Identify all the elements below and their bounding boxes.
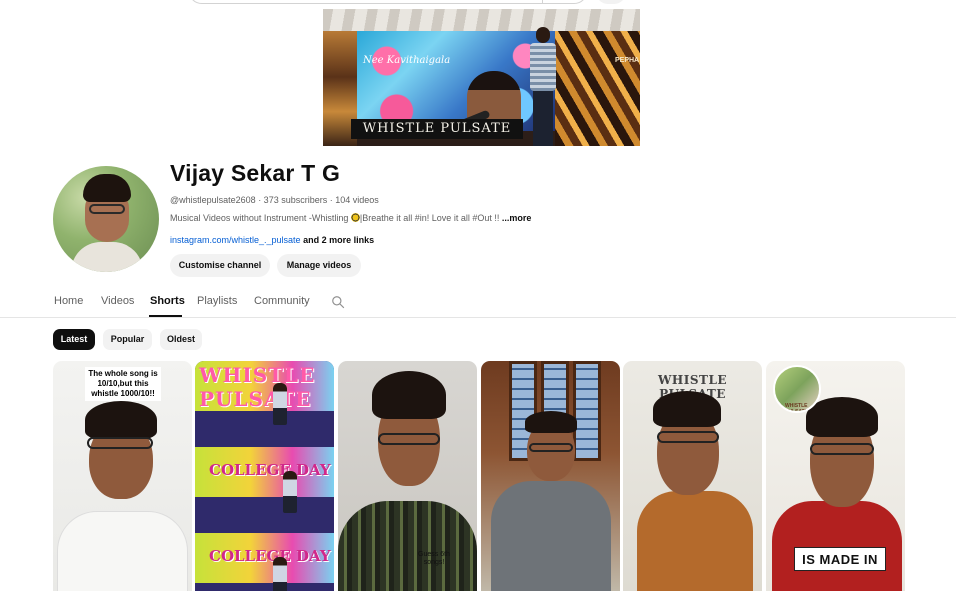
- channel-badge: WHISTLE PULSATE: [773, 365, 821, 413]
- banner-roof: [323, 9, 640, 31]
- short-thumbnail[interactable]: WHISTLE PULSATE IS MADE IN: [766, 361, 905, 591]
- channel-avatar[interactable]: [53, 166, 159, 272]
- description-text: Musical Videos without Instrument -Whist…: [170, 213, 349, 223]
- channel-name: Vijay Sekar T G: [170, 160, 341, 186]
- tab-playlists[interactable]: Playlists: [197, 295, 237, 307]
- description-tail: |Breathe it all #in! Love it all #Out !!: [359, 213, 502, 223]
- banner-script-text: Nee Kavithaigala: [363, 55, 451, 66]
- tab-videos[interactable]: Videos: [101, 295, 134, 307]
- more-links-text[interactable]: and 2 more links: [301, 235, 374, 245]
- channel-links: instagram.com/whistle_._pulsate and 2 mo…: [170, 235, 374, 245]
- short-thumbnail[interactable]: Guess 6th songs!: [338, 361, 477, 591]
- chip-oldest[interactable]: Oldest: [160, 329, 202, 350]
- search-icon[interactable]: [331, 295, 345, 309]
- search-bar[interactable]: [188, 0, 588, 4]
- short-thumbnail[interactable]: The whole song is 10/10,but this whistle…: [53, 361, 192, 591]
- tab-community[interactable]: Community: [254, 295, 310, 307]
- voice-search-button[interactable]: [596, 0, 626, 4]
- short-caption: Guess 6th songs!: [418, 551, 450, 566]
- customise-channel-button[interactable]: Customise channel: [170, 254, 270, 277]
- short-subcaption: COLLEGE DAY: [209, 461, 331, 479]
- more-link[interactable]: ...more: [502, 213, 532, 223]
- instagram-link[interactable]: instagram.com/whistle_._pulsate: [170, 235, 301, 245]
- short-caption: The whole song is 10/10,but this whistle…: [85, 367, 161, 401]
- banner-title: WHISTLE PULSATE: [351, 119, 523, 139]
- channel-description[interactable]: Musical Videos without Instrument -Whist…: [170, 213, 531, 223]
- short-thumbnail[interactable]: WHISTLE PULSATE COLLEGE DAY COLLEGE DAY: [195, 361, 334, 591]
- manage-videos-button[interactable]: Manage videos: [277, 254, 361, 277]
- tab-shorts[interactable]: Shorts: [150, 295, 185, 307]
- channel-banner: Nee Kavithaigala PEPHA WHISTLE PULSATE: [323, 9, 640, 146]
- short-thumbnail[interactable]: WHISTLE PULSATE: [623, 361, 762, 591]
- tab-home[interactable]: Home: [54, 295, 83, 307]
- chip-latest[interactable]: Latest: [53, 329, 95, 350]
- short-caption: IS MADE IN: [794, 547, 886, 571]
- banner-decor-right: [555, 31, 640, 146]
- chip-popular[interactable]: Popular: [103, 329, 152, 350]
- bee-emoji-icon: [350, 213, 360, 222]
- banner-corner-tag: PEPHA: [615, 57, 640, 64]
- banner-performer: [526, 27, 560, 146]
- short-caption: WHISTLE PULSATE: [199, 363, 316, 411]
- active-tab-indicator: [149, 315, 182, 317]
- channel-tabs: Home Videos Shorts Playlists Community: [0, 286, 956, 318]
- short-subcaption: COLLEGE DAY: [209, 547, 331, 565]
- short-thumbnail[interactable]: [481, 361, 620, 591]
- channel-meta: @whistlepulsate2608 · 373 subscribers · …: [170, 195, 379, 205]
